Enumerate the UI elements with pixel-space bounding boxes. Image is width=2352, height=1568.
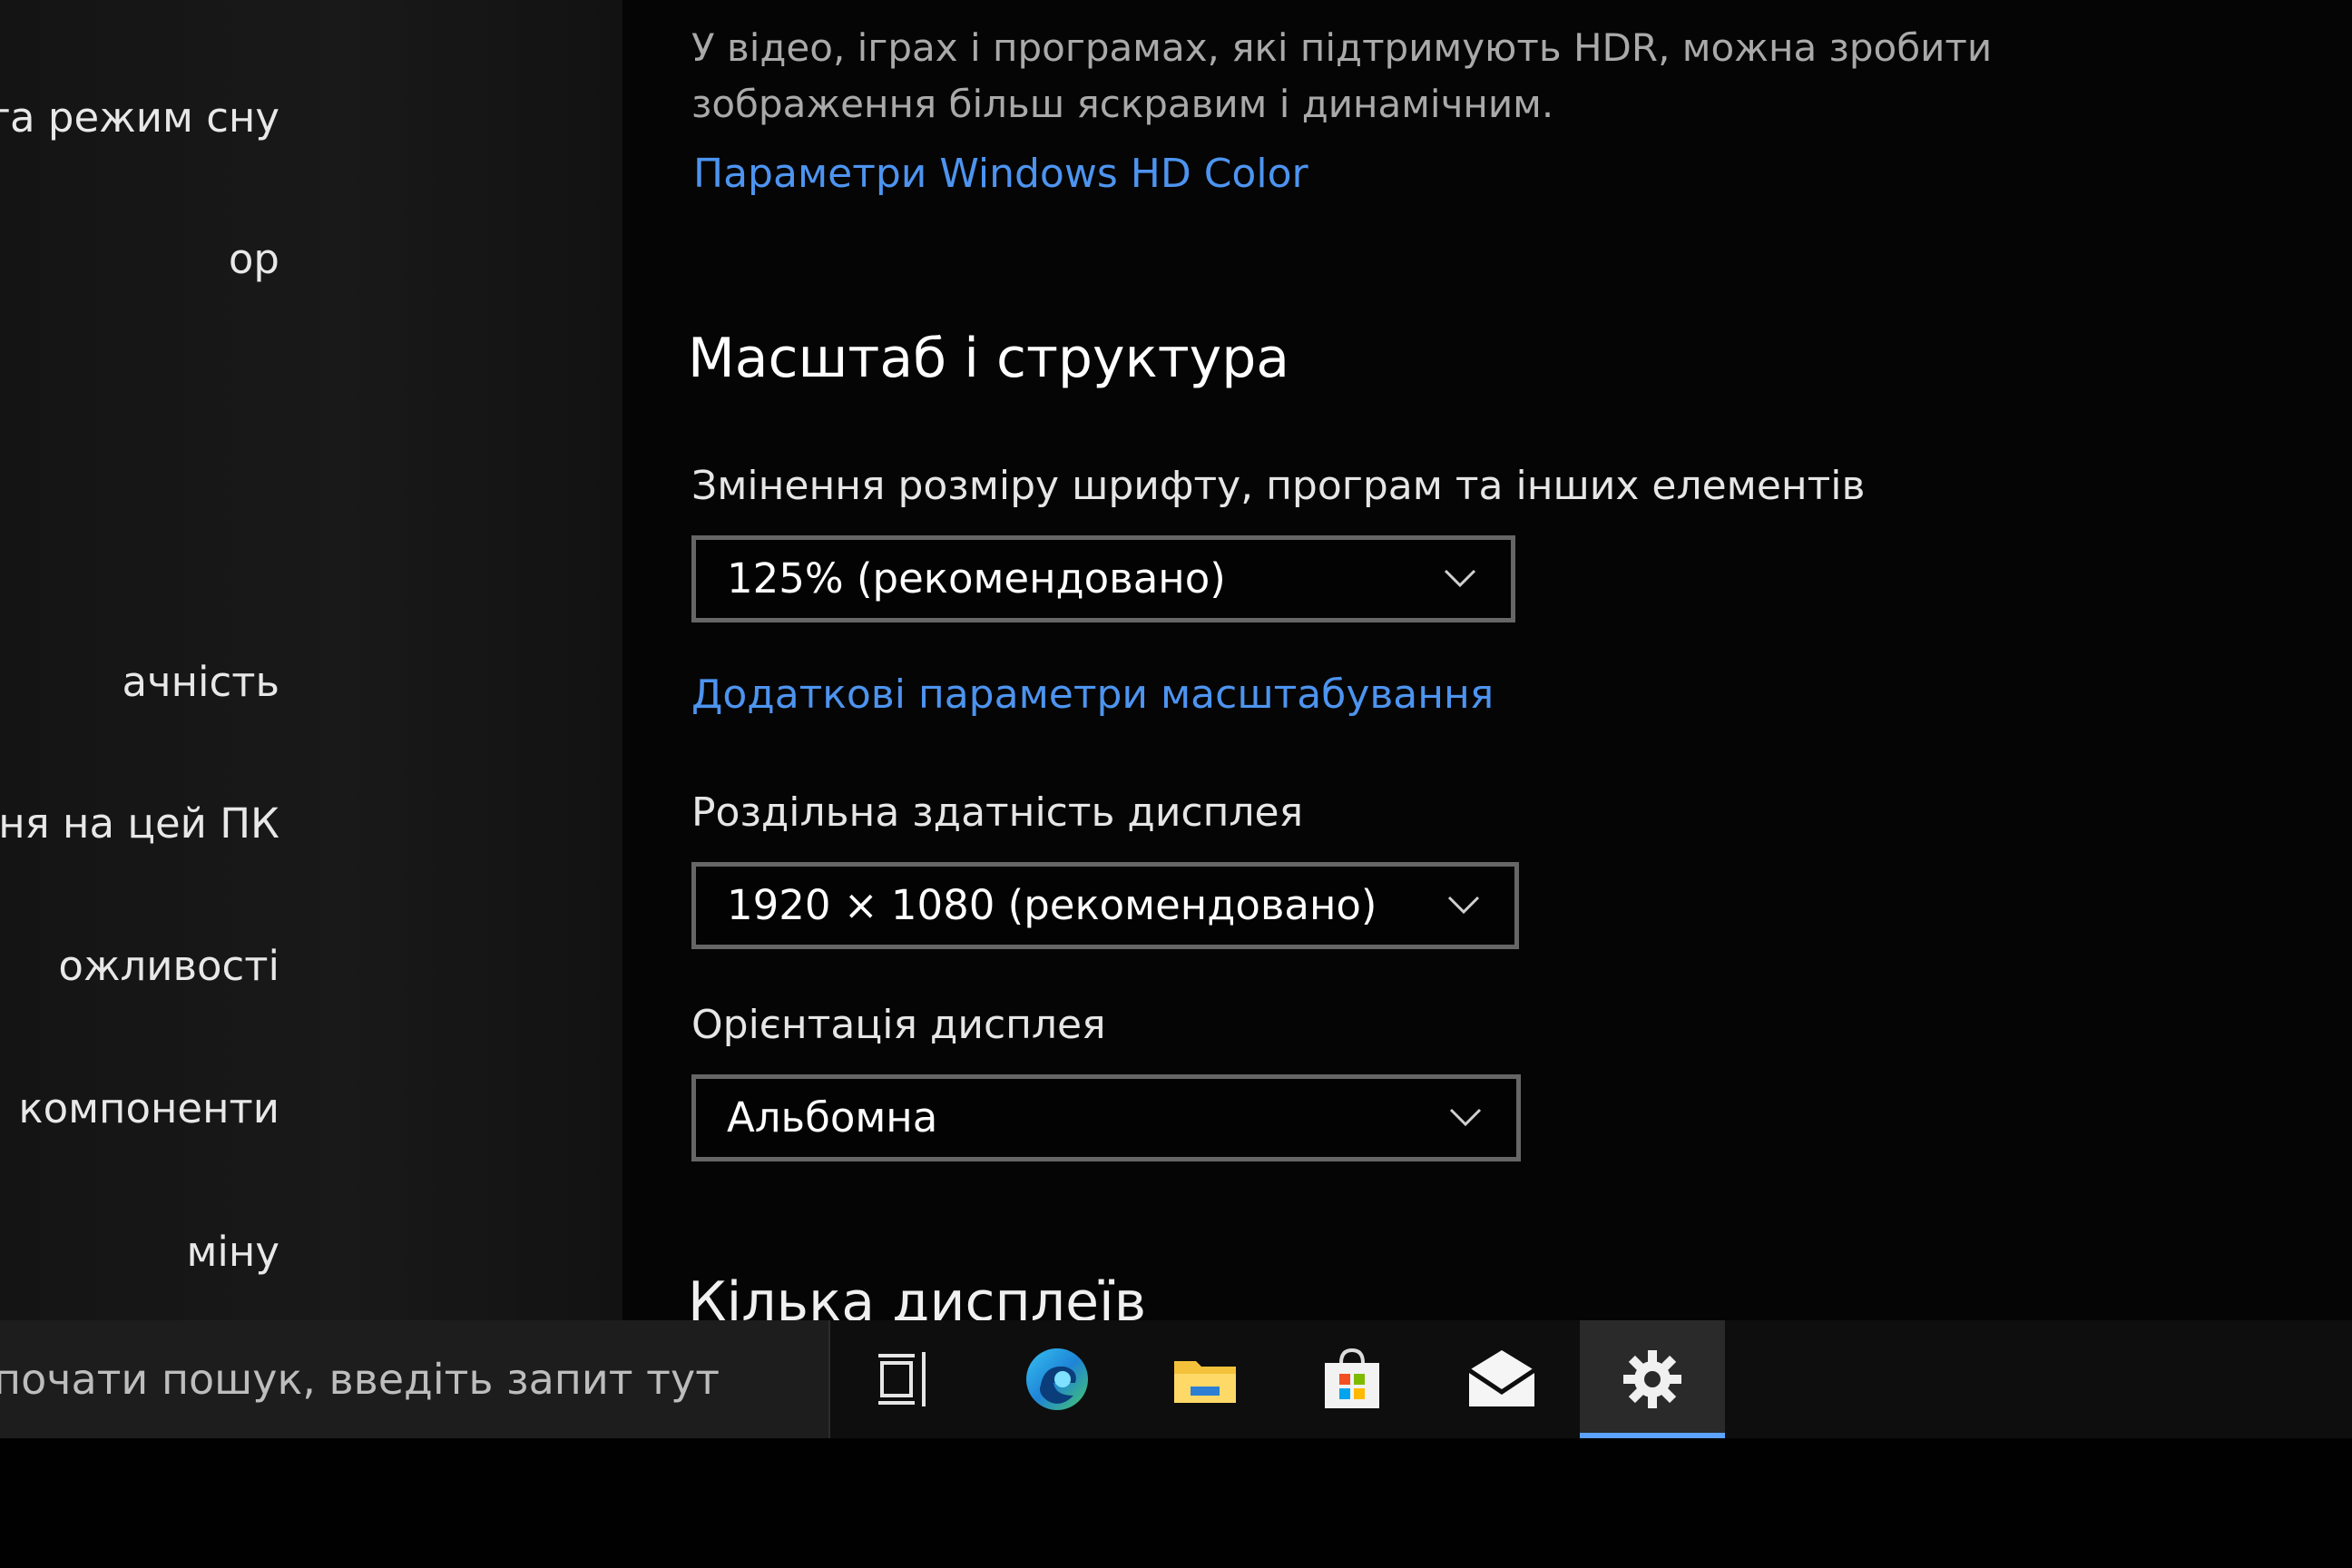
settings-nav-pane: я та режим сну ор ачність ання на цей ПК… — [0, 0, 622, 1320]
nav-item-storage[interactable]: ор — [229, 232, 279, 287]
nav-item-multitasking[interactable]: ачність — [122, 655, 279, 710]
chevron-down-icon — [1449, 1108, 1482, 1127]
scale-label: Змінення розміру шрифту, програм та інши… — [691, 463, 1866, 509]
taskbar: би почати пошук, введіть запит тут — [0, 1320, 2352, 1438]
orientation-dropdown-value: Альбомна — [727, 1093, 938, 1142]
task-view-icon — [878, 1352, 926, 1406]
file-explorer-icon — [1174, 1361, 1236, 1403]
screen-bezel — [0, 1438, 2352, 1568]
screen: я та режим сну ор ачність ання на цей ПК… — [0, 0, 2352, 1568]
resolution-dropdown[interactable]: 1920 × 1080 (рекомендовано) — [691, 862, 1519, 949]
advanced-scaling-link[interactable]: Додаткові параметри масштабування — [691, 671, 1494, 718]
nav-item-clipboard[interactable]: міну — [186, 1225, 279, 1279]
edge-icon — [1026, 1348, 1088, 1410]
store-icon — [1325, 1348, 1379, 1408]
chevron-down-icon — [1447, 896, 1480, 915]
settings-content-pane: У відео, іграх і програмах, які підтриму… — [622, 0, 2352, 1334]
search-placeholder: би почати пошук, введіть запит тут — [0, 1355, 720, 1404]
nav-item-power-sleep[interactable]: я та режим сну — [0, 91, 279, 145]
scale-dropdown[interactable]: 125% (рекомендовано) — [691, 535, 1515, 622]
chevron-down-icon — [1444, 569, 1476, 588]
mail-button[interactable] — [1429, 1320, 1574, 1438]
file-explorer-button[interactable] — [1132, 1320, 1278, 1438]
nav-item-shared-experiences[interactable]: ожливості — [58, 939, 279, 994]
settings-button[interactable] — [1580, 1320, 1725, 1438]
nav-item-projecting[interactable]: ання на цей ПК — [0, 797, 279, 851]
hdr-settings-link[interactable]: Параметри Windows HD Color — [693, 151, 1308, 197]
taskbar-search-box[interactable]: би почати пошук, введіть запит тут — [0, 1320, 830, 1438]
scale-section-title: Масштаб і структура — [688, 327, 1290, 390]
nav-item-system-components[interactable]: компоненти — [18, 1082, 279, 1136]
orientation-label: Орієнтація дисплея — [691, 1002, 1106, 1048]
hdr-description: У відео, іграх і програмах, які підтриму… — [691, 25, 1993, 126]
task-view-button[interactable] — [833, 1320, 978, 1438]
settings-icon — [1623, 1350, 1681, 1408]
resolution-label: Роздільна здатність дисплея — [691, 789, 1304, 836]
scale-dropdown-value: 125% (рекомендовано) — [727, 554, 1226, 603]
orientation-dropdown[interactable]: Альбомна — [691, 1074, 1521, 1161]
store-button[interactable] — [1279, 1320, 1425, 1438]
resolution-dropdown-value: 1920 × 1080 (рекомендовано) — [727, 881, 1377, 929]
edge-button[interactable] — [985, 1320, 1130, 1438]
mail-icon — [1467, 1350, 1536, 1406]
